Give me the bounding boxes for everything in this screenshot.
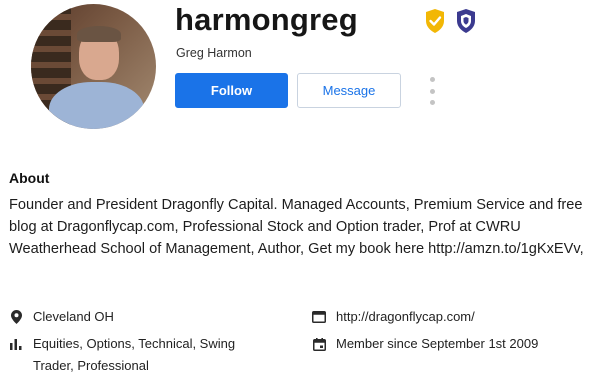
avatar-shirt (49, 82, 144, 129)
calendar-icon (312, 333, 326, 355)
trading-style-info: Equities, Options, Technical, Swing Trad… (9, 333, 279, 377)
about-text: Founder and President Dragonfly Capital.… (9, 197, 584, 257)
dot (429, 77, 435, 82)
about-heading: About (9, 170, 50, 186)
gold-shield-check-icon (426, 9, 444, 33)
follow-button[interactable]: Follow (175, 73, 288, 108)
full-name: Greg Harmon (176, 46, 252, 60)
avatar[interactable] (31, 4, 156, 129)
bar-chart-icon (9, 333, 23, 355)
avatar-hair (77, 26, 121, 42)
dot (429, 100, 435, 105)
website-info[interactable]: http://dragonflycap.com/ (312, 306, 475, 328)
location-text: Cleveland OH (33, 309, 114, 324)
dot (429, 88, 435, 94)
map-pin-icon (9, 306, 23, 328)
trading-style-text: Equities, Options, Technical, Swing Trad… (33, 336, 236, 373)
purple-shield-icon (457, 9, 475, 33)
message-button[interactable]: Message (297, 73, 401, 108)
username: harmongreg (175, 2, 358, 37)
member-since-info: Member since September 1st 2009 (312, 333, 538, 355)
website-link[interactable]: http://dragonflycap.com/ (336, 306, 475, 328)
location-info: Cleveland OH (9, 306, 114, 328)
member-since-text: Member since September 1st 2009 (336, 336, 539, 351)
browser-window-icon (312, 306, 326, 328)
more-options-icon[interactable] (426, 77, 438, 105)
